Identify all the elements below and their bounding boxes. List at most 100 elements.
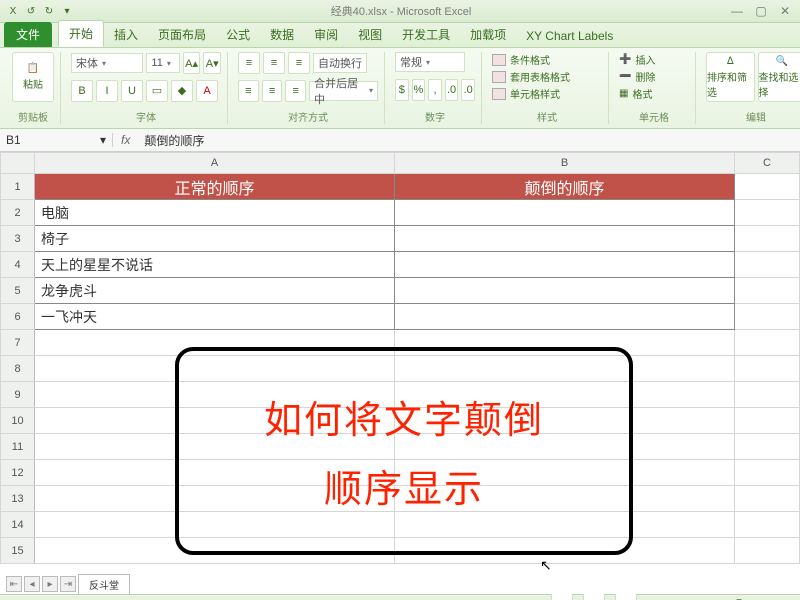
cell[interactable] — [735, 434, 800, 460]
row-header[interactable]: 1 — [1, 174, 35, 200]
tab-data[interactable]: 数据 — [260, 22, 304, 47]
excel-icon[interactable]: X — [6, 4, 20, 18]
cell[interactable] — [735, 252, 800, 278]
cell[interactable] — [735, 408, 800, 434]
fx-icon[interactable]: fx — [113, 133, 138, 147]
redo-icon[interactable]: ↻ — [42, 4, 56, 18]
font-color-button[interactable]: A — [196, 80, 218, 102]
sort-filter-button[interactable]: ᐃ排序和筛选 — [706, 52, 755, 102]
wrap-text-button[interactable]: 自动换行 — [313, 53, 367, 73]
tab-review[interactable]: 审阅 — [304, 22, 348, 47]
tab-insert[interactable]: 插入 — [104, 22, 148, 47]
cell[interactable] — [395, 278, 735, 304]
row-header[interactable]: 11 — [1, 434, 35, 460]
cell[interactable] — [735, 486, 800, 512]
percent-icon[interactable]: % — [412, 79, 426, 101]
row-header[interactable]: 12 — [1, 460, 35, 486]
row-header[interactable]: 5 — [1, 278, 35, 304]
cell[interactable] — [735, 538, 800, 564]
view-pagebreak-icon[interactable]: ▧ — [615, 593, 637, 600]
file-tab[interactable]: 文件 — [4, 22, 52, 47]
cell[interactable] — [735, 304, 800, 330]
view-layout-icon[interactable]: ▤ — [583, 593, 605, 600]
align-middle-icon[interactable]: ≡ — [263, 52, 285, 74]
tab-addins[interactable]: 加载项 — [460, 22, 516, 47]
font-size-combo[interactable]: 11▾ — [146, 53, 179, 73]
italic-button[interactable]: I — [96, 80, 118, 102]
col-header-c[interactable]: C — [735, 153, 800, 174]
sheet-nav-next-icon[interactable]: ▸ — [42, 576, 58, 592]
row-header[interactable]: 8 — [1, 356, 35, 382]
row-header[interactable]: 13 — [1, 486, 35, 512]
cell[interactable] — [735, 200, 800, 226]
cell[interactable] — [735, 226, 800, 252]
cell[interactable] — [395, 200, 735, 226]
row-header[interactable]: 6 — [1, 304, 35, 330]
row-header[interactable]: 10 — [1, 408, 35, 434]
select-all-button[interactable] — [1, 153, 35, 174]
increase-font-icon[interactable]: A▴ — [183, 52, 201, 74]
row-header[interactable]: 15 — [1, 538, 35, 564]
row-header[interactable]: 4 — [1, 252, 35, 278]
col-header-a[interactable]: A — [35, 153, 395, 174]
font-name-combo[interactable]: 宋体▾ — [71, 53, 143, 73]
tab-xychart[interactable]: XY Chart Labels — [516, 25, 623, 47]
format-cells-button[interactable]: ▦格式 — [619, 86, 689, 101]
cell[interactable] — [395, 252, 735, 278]
maximize-button[interactable]: ▢ — [752, 4, 770, 18]
delete-cells-button[interactable]: ➖删除 — [619, 69, 689, 84]
minimize-button[interactable]: — — [728, 4, 746, 18]
cell-styles-button[interactable]: 单元格样式 — [492, 86, 602, 101]
fill-color-button[interactable]: ◆ — [171, 80, 193, 102]
row-header[interactable]: 9 — [1, 382, 35, 408]
close-button[interactable]: ✕ — [776, 4, 794, 18]
currency-icon[interactable]: $ — [395, 79, 409, 101]
find-select-button[interactable]: 🔍查找和选择 — [758, 52, 800, 102]
tab-formulas[interactable]: 公式 — [216, 22, 260, 47]
tab-home[interactable]: 开始 — [58, 20, 104, 47]
align-center-icon[interactable]: ≡ — [262, 80, 283, 102]
format-table-button[interactable]: 套用表格格式 — [492, 69, 602, 84]
insert-cells-button[interactable]: ➕插入 — [619, 52, 689, 67]
cell[interactable]: 颠倒的顺序 — [395, 174, 735, 200]
border-button[interactable]: ▭ — [146, 80, 168, 102]
col-header-b[interactable]: B — [395, 153, 735, 174]
cell[interactable]: 龙争虎斗 — [35, 278, 395, 304]
cell[interactable] — [735, 512, 800, 538]
underline-button[interactable]: U — [121, 80, 143, 102]
tab-view[interactable]: 视图 — [348, 22, 392, 47]
tab-developer[interactable]: 开发工具 — [392, 22, 460, 47]
cell[interactable] — [735, 278, 800, 304]
cell[interactable]: 正常的顺序 — [35, 174, 395, 200]
cell[interactable]: 电脑 — [35, 200, 395, 226]
cell[interactable] — [735, 460, 800, 486]
increase-decimal-icon[interactable]: .0 — [445, 79, 459, 101]
undo-icon[interactable]: ↺ — [24, 4, 38, 18]
bold-button[interactable]: B — [71, 80, 93, 102]
cell[interactable] — [395, 226, 735, 252]
row-header[interactable]: 7 — [1, 330, 35, 356]
align-right-icon[interactable]: ≡ — [285, 80, 306, 102]
cell[interactable] — [735, 330, 800, 356]
tab-page-layout[interactable]: 页面布局 — [148, 22, 216, 47]
qat-dropdown-icon[interactable]: ▾ — [60, 4, 74, 18]
align-bottom-icon[interactable]: ≡ — [288, 52, 310, 74]
comma-icon[interactable]: , — [428, 79, 442, 101]
cell[interactable]: 一飞冲天 — [35, 304, 395, 330]
cell[interactable] — [735, 174, 800, 200]
merge-center-button[interactable]: 合并后居中▾ — [309, 81, 378, 101]
name-box[interactable]: B1▾ — [0, 133, 113, 147]
sheet-tab[interactable]: 反斗堂 — [78, 574, 130, 594]
align-top-icon[interactable]: ≡ — [238, 52, 260, 74]
sheet-nav-first-icon[interactable]: ⇤ — [6, 576, 22, 592]
align-left-icon[interactable]: ≡ — [238, 80, 259, 102]
row-header[interactable]: 3 — [1, 226, 35, 252]
cell[interactable] — [395, 304, 735, 330]
decrease-font-icon[interactable]: A▾ — [203, 52, 221, 74]
paste-button[interactable]: 📋粘贴 — [12, 52, 54, 102]
number-format-combo[interactable]: 常规▾ — [395, 52, 465, 72]
sheet-nav-prev-icon[interactable]: ◂ — [24, 576, 40, 592]
conditional-format-button[interactable]: 条件格式 — [492, 52, 602, 67]
sheet-nav-last-icon[interactable]: ⇥ — [60, 576, 76, 592]
cell[interactable] — [735, 356, 800, 382]
